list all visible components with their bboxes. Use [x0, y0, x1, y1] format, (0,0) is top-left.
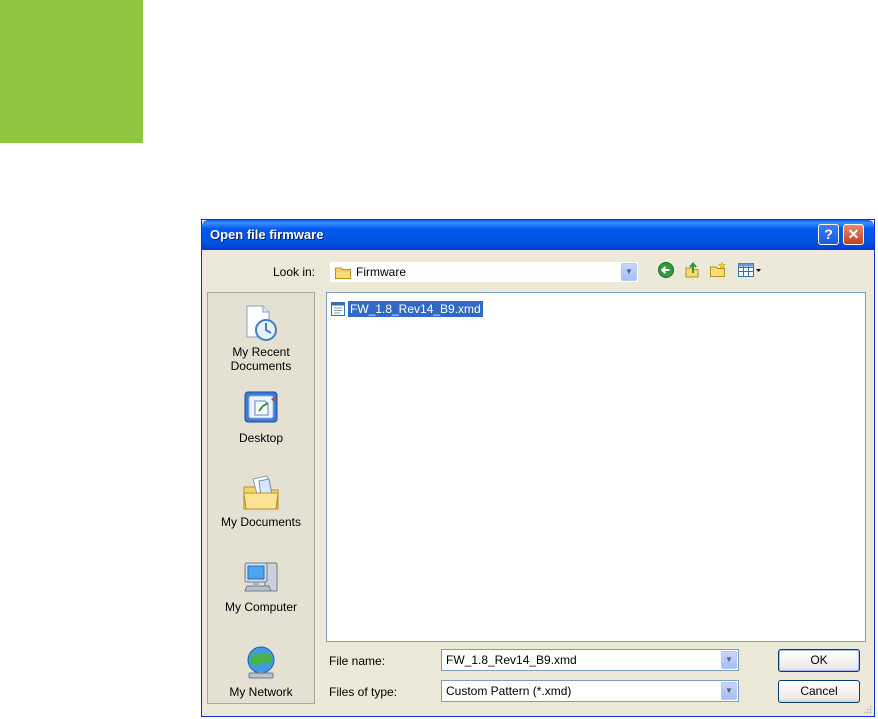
back-icon[interactable]	[657, 261, 675, 279]
filename-input[interactable]: FW_1.8_Rev14_B9.xmd ▼	[441, 649, 739, 671]
filetype-label: Files of type:	[329, 685, 398, 699]
place-desktop[interactable]: Desktop	[208, 389, 314, 445]
place-label: Desktop	[238, 431, 284, 445]
recent-documents-icon	[246, 305, 277, 341]
place-label: My Documents	[220, 515, 302, 529]
close-icon: ✕	[847, 226, 860, 242]
place-label: My Computer	[224, 600, 298, 614]
place-my-recent-documents[interactable]: My Recent Documents	[208, 303, 314, 373]
new-folder-icon[interactable]	[709, 261, 727, 279]
dialog-title: Open file firmware	[210, 227, 324, 242]
filename-label: File name:	[329, 654, 386, 668]
ok-button[interactable]: OK	[778, 649, 860, 672]
cancel-button[interactable]: Cancel	[778, 680, 860, 703]
place-my-network[interactable]: My Network	[208, 643, 314, 699]
help-icon: ?	[824, 226, 833, 242]
file-list[interactable]: FW_1.8_Rev14_B9.xmd	[326, 292, 866, 642]
place-label-line2: Documents	[230, 359, 292, 373]
chevron-down-icon: ▼	[725, 686, 733, 695]
help-button[interactable]: ?	[818, 224, 839, 245]
my-documents-icon	[243, 475, 279, 510]
file-icon	[331, 302, 345, 316]
my-computer-icon	[244, 562, 278, 592]
place-my-documents[interactable]: My Documents	[208, 473, 314, 529]
filename-value: FW_1.8_Rev14_B9.xmd	[446, 653, 577, 667]
lookin-dropdown-arrow[interactable]: ▼	[621, 263, 637, 281]
chevron-down-icon: ▼	[725, 655, 733, 664]
filetype-dropdown-arrow[interactable]: ▼	[721, 682, 737, 700]
lookin-label: Look in:	[273, 265, 316, 279]
my-network-icon	[247, 646, 275, 679]
place-label: My Network	[229, 685, 293, 699]
filetype-dropdown[interactable]: Custom Pattern (*.xmd) ▼	[441, 680, 739, 702]
title-bar[interactable]: Open file firmware ? ✕	[202, 220, 874, 250]
up-folder-icon[interactable]	[683, 261, 701, 279]
places-bar: My Recent Documents Desktop My Documents	[207, 292, 315, 704]
filename-dropdown-arrow[interactable]: ▼	[721, 651, 737, 669]
lookin-dropdown[interactable]: Firmware ▼	[329, 261, 639, 283]
file-name: FW_1.8_Rev14_B9.xmd	[347, 300, 484, 318]
open-file-dialog: Open file firmware ? ✕ Look in: Firmware…	[201, 219, 875, 717]
lookin-value: Firmware	[356, 265, 406, 279]
view-menu-icon[interactable]	[737, 261, 763, 279]
close-button[interactable]: ✕	[843, 224, 864, 245]
green-accent-block	[0, 0, 143, 143]
folder-icon	[335, 267, 351, 279]
filetype-value: Custom Pattern (*.xmd)	[446, 684, 572, 698]
chevron-down-icon: ▼	[625, 267, 633, 276]
place-my-computer[interactable]: My Computer	[208, 558, 314, 614]
resize-grip-icon[interactable]	[862, 704, 872, 714]
place-label: My Recent	[232, 345, 290, 359]
desktop-icon	[244, 391, 278, 423]
